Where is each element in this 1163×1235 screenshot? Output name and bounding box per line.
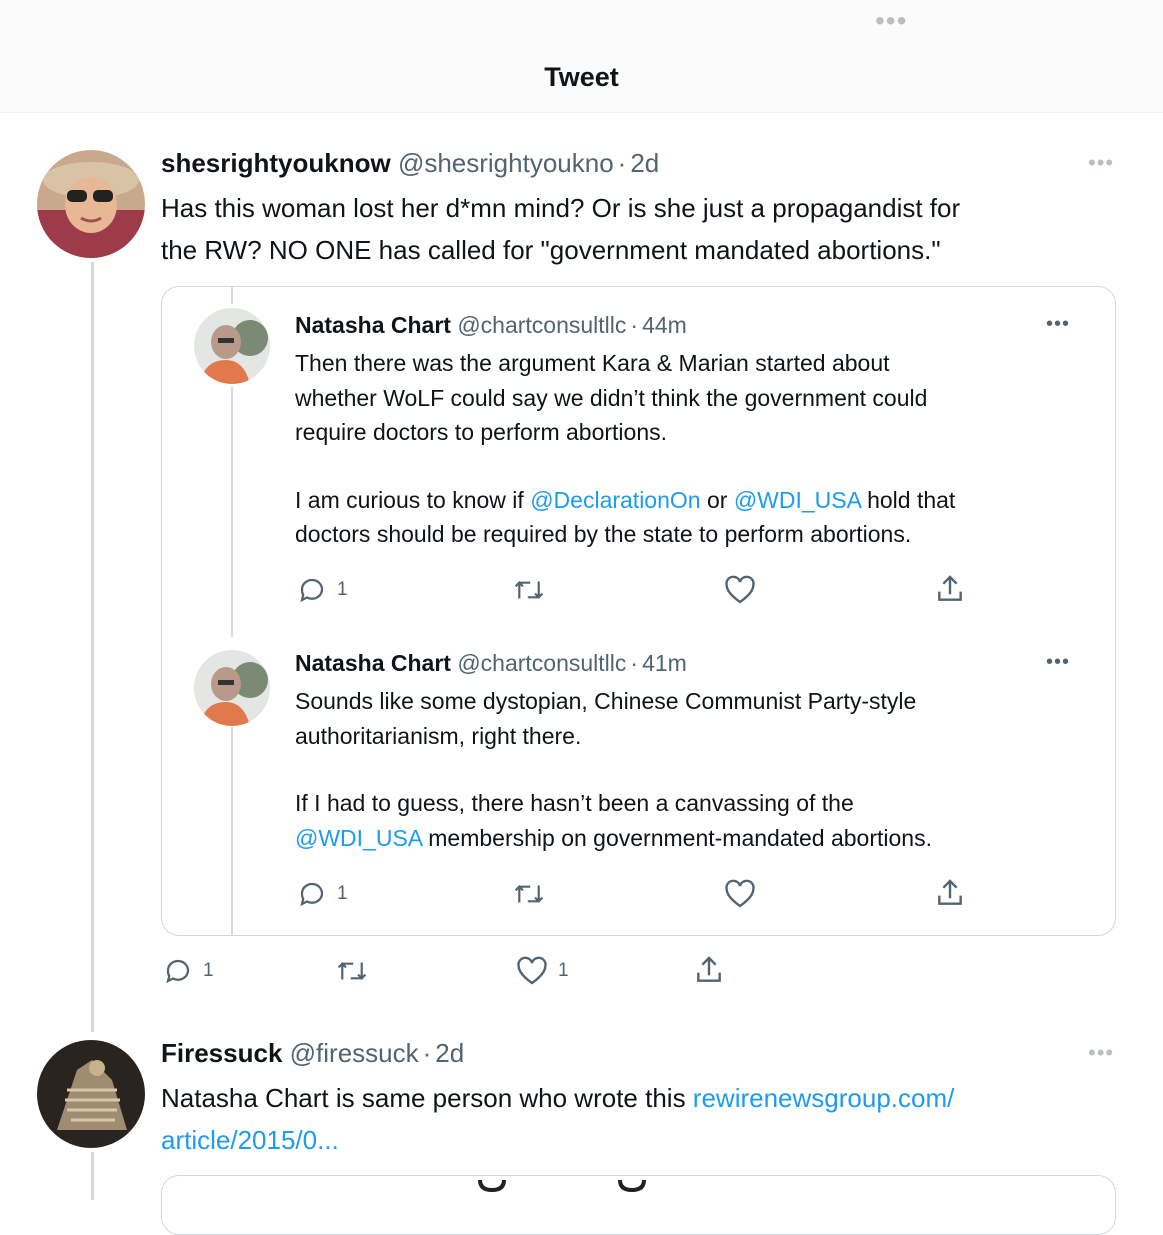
more-options-icon[interactable]: ••• xyxy=(1088,150,1114,176)
reply-icon xyxy=(166,959,190,984)
tweet-text-line: Natasha Chart is same person who wrote t… xyxy=(161,1083,955,1113)
tweet-text-line: the RW? NO ONE has called for "governmen… xyxy=(161,235,941,265)
tweet-text-line: article/2015/0... xyxy=(161,1119,1121,1161)
share-icon xyxy=(697,956,721,982)
article-link[interactable]: article/2015/0... xyxy=(161,1125,339,1155)
reply-count: 1 xyxy=(337,579,348,600)
more-options-icon[interactable]: ••• xyxy=(1088,1040,1114,1066)
timestamp[interactable]: 2d xyxy=(630,148,659,178)
preview-text-fragment xyxy=(470,1168,700,1200)
text-line: Sounds like some dystopian, Chinese Comm… xyxy=(295,688,917,714)
handle[interactable]: @firessuck xyxy=(290,1038,419,1068)
handle[interactable]: @chartconsultllc xyxy=(457,312,626,338)
text-line: I am curious to know if @DeclarationOn o… xyxy=(295,486,956,513)
tweet-text: Natasha Chart is same person who wrote t… xyxy=(161,1077,1121,1161)
retweet-icon xyxy=(337,962,367,980)
quote-thread-line-top xyxy=(231,287,233,304)
reply-icon xyxy=(300,578,324,603)
reply-button[interactable]: 1 xyxy=(163,956,214,986)
handle[interactable]: @shesrightyoukno xyxy=(398,148,614,178)
separator: · xyxy=(422,1038,432,1068)
separator: · xyxy=(630,312,639,338)
like-button[interactable]: 1 xyxy=(516,956,569,986)
text-line: Then there was the argument Kara & Maria… xyxy=(295,350,890,376)
tweet-text: Has this woman lost her d*mn mind? Or is… xyxy=(161,187,1121,271)
tweet-header: shesrightyouknow @shesrightyoukno · 2d xyxy=(161,148,659,179)
avatar[interactable] xyxy=(37,150,145,258)
text-line: require doctors to perform abortions. xyxy=(295,419,668,445)
heart-icon xyxy=(725,575,755,604)
share-button[interactable] xyxy=(693,954,725,986)
display-name[interactable]: Natasha Chart xyxy=(295,650,451,676)
display-name[interactable]: shesrightyouknow xyxy=(161,148,391,178)
thread-line xyxy=(91,262,94,1032)
like-count: 1 xyxy=(558,960,569,981)
tweet-header: Firessuck @firessuck · 2d xyxy=(161,1038,464,1069)
timestamp[interactable]: 44m xyxy=(642,312,687,338)
avatar[interactable] xyxy=(37,1040,145,1148)
text-line: authoritarianism, right there. xyxy=(295,722,582,749)
thread-line xyxy=(91,1152,94,1200)
article-link[interactable]: rewirenewsgroup.com/ xyxy=(693,1083,955,1113)
retweet-button[interactable] xyxy=(512,575,546,605)
top-bar: ••• Tweet xyxy=(0,0,1163,113)
timestamp[interactable]: 2d xyxy=(435,1038,464,1068)
text-line: doctors should be required by the state … xyxy=(295,521,912,547)
reply-count: 1 xyxy=(203,960,214,981)
reply-icon xyxy=(300,882,324,907)
quoted-tweet-text: Sounds like some dystopian, Chinese Comm… xyxy=(295,684,1095,855)
retweet-icon xyxy=(514,581,544,599)
quote-thread-line xyxy=(231,387,233,637)
more-options-icon[interactable]: ••• xyxy=(1046,651,1070,674)
heart-icon xyxy=(725,879,755,908)
like-button[interactable] xyxy=(724,575,756,605)
share-button[interactable] xyxy=(934,877,966,909)
reply-button[interactable]: 1 xyxy=(297,575,348,605)
separator: · xyxy=(617,148,627,178)
text-line: @WDI_USA membership on government-mandat… xyxy=(295,824,932,851)
separator: · xyxy=(630,650,639,676)
mention-link[interactable]: @WDI_USA xyxy=(295,825,422,851)
text-line: If I had to guess, there hasn’t been a c… xyxy=(295,790,854,816)
quoted-tweet-text: Then there was the argument Kara & Maria… xyxy=(295,346,1095,552)
reply-count: 1 xyxy=(337,883,348,904)
retweet-icon xyxy=(514,885,544,903)
text-line: whether WoLF could say we didn’t think t… xyxy=(295,384,928,411)
more-options-icon[interactable]: ••• xyxy=(1046,313,1070,336)
share-icon xyxy=(938,575,962,601)
quote-thread-line-bottom xyxy=(231,727,233,936)
mention-link[interactable]: @DeclarationOn xyxy=(530,487,700,513)
page-title: Tweet xyxy=(544,62,619,92)
avatar[interactable] xyxy=(194,650,270,726)
more-options-icon[interactable]: ••• xyxy=(875,7,917,35)
reply-button[interactable]: 1 xyxy=(297,879,348,909)
timestamp[interactable]: 41m xyxy=(642,650,687,676)
retweet-button[interactable] xyxy=(512,879,546,909)
quoted-tweet-header: Natasha Chart @chartconsultllc · 41m xyxy=(295,650,687,677)
retweet-button[interactable] xyxy=(335,956,379,986)
tweet-text-line: Has this woman lost her d*mn mind? Or is… xyxy=(161,193,961,223)
like-button[interactable] xyxy=(724,879,756,909)
display-name[interactable]: Firessuck xyxy=(161,1038,282,1068)
share-icon xyxy=(938,879,962,905)
mention-link[interactable]: @WDI_USA xyxy=(734,487,861,513)
avatar[interactable] xyxy=(194,308,270,384)
quoted-tweet-header: Natasha Chart @chartconsultllc · 44m xyxy=(295,312,687,339)
display-name[interactable]: Natasha Chart xyxy=(295,312,451,338)
heart-icon xyxy=(517,956,547,985)
share-button[interactable] xyxy=(934,573,966,605)
handle[interactable]: @chartconsultllc xyxy=(457,650,626,676)
